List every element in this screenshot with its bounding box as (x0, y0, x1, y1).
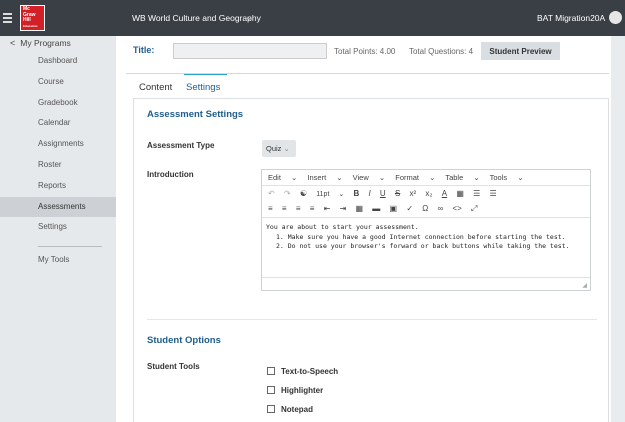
tab-settings[interactable]: Settings (186, 82, 220, 93)
sidebar-item-reports[interactable]: Reports (0, 176, 116, 197)
align-left-icon[interactable]: ≡ (268, 201, 273, 216)
user-avatar[interactable] (609, 11, 622, 24)
checkbox-icon[interactable] (267, 405, 275, 413)
sidebar-item-gradebook[interactable]: Gradebook (0, 93, 116, 114)
align-right-icon[interactable]: ≡ (296, 201, 301, 216)
align-center-icon[interactable]: ≡ (282, 201, 287, 216)
sidebar-item-calendar[interactable]: Calendar (0, 113, 116, 134)
chevron-left-icon: < (10, 38, 16, 48)
header-divider (126, 73, 609, 74)
sidebar-nav: Dashboard Course Gradebook Calendar Assi… (0, 51, 116, 264)
assessment-type-select[interactable]: Quiz ⌄ (262, 140, 296, 157)
student-tools-label: Student Tools (147, 362, 200, 371)
italic-icon[interactable]: I (368, 186, 370, 201)
bullet-list-icon[interactable]: ☰ (473, 186, 480, 201)
menu-insert[interactable]: Insert ⌄ (307, 173, 342, 182)
indent-icon[interactable]: ⇥ (340, 201, 347, 216)
undo-icon[interactable]: ↶ (268, 186, 275, 201)
menu-edit[interactable]: Edit ⌄ (268, 173, 297, 182)
assessment-type-label: Assessment Type (147, 141, 215, 150)
bold-icon[interactable]: B (353, 186, 359, 201)
chevron-down-icon[interactable]: ⌄ (245, 12, 253, 23)
sidebar: < My Programs Dashboard Course Gradebook … (0, 36, 116, 422)
subscript-icon[interactable]: x₂ (425, 186, 432, 201)
checkbox-notepad[interactable]: Notepad (267, 405, 313, 414)
sidebar-divider (38, 246, 102, 248)
course-title[interactable]: WB World Culture and Geography (132, 13, 261, 23)
top-bar: Mc Graw Hill Education WB World Culture and… (0, 0, 625, 36)
numbered-list-icon[interactable]: ☰ (490, 186, 497, 201)
menu-format[interactable]: Format ⌄ (395, 173, 435, 182)
editor-toolbar-row-1: ↶ ↷ ☯ 11pt ⌄ B I U S x² x₂ A ▦ ☰ ☰ (262, 186, 590, 201)
sidebar-item-assignments[interactable]: Assignments (0, 134, 116, 155)
menu-table[interactable]: Table ⌄ (445, 173, 479, 182)
total-points: Total Points: 4.00 (334, 47, 396, 56)
intro-list-item: 1. Make sure you have a good Internet co… (276, 232, 566, 241)
underline-icon[interactable]: U (380, 186, 386, 201)
main-content: Title: Total Points: 4.00 Total Question… (116, 36, 625, 422)
special-character-icon[interactable]: Ω (422, 201, 428, 216)
introduction-rich-text-editor[interactable]: Edit ⌄ Insert ⌄ View ⌄ Format ⌄ Table ⌄ … (261, 169, 591, 291)
sidebar-item-course[interactable]: Course (0, 72, 116, 93)
find-replace-icon[interactable]: ☯ (300, 186, 307, 201)
text-color-icon[interactable]: A (442, 186, 447, 201)
mcgraw-hill-logo: Mc Graw Hill Education (20, 5, 45, 31)
checkbox-label: Highlighter (281, 386, 324, 395)
settings-panel: Assessment Settings Assessment Type Quiz… (133, 98, 609, 422)
editor-body[interactable]: You are about to start your assessment. … (262, 217, 590, 277)
chevron-down-icon: ⌄ (283, 144, 290, 153)
back-to-my-programs[interactable]: < My Programs (10, 38, 71, 48)
outdent-icon[interactable]: ⇤ (324, 201, 331, 216)
student-options-heading: Student Options (147, 335, 221, 346)
user-name[interactable]: BAT Migration20A (537, 13, 605, 23)
resize-handle-icon[interactable]: ◢ (582, 282, 587, 289)
image-icon[interactable]: ▣ (390, 201, 398, 216)
sidebar-item-settings[interactable]: Settings (0, 217, 116, 238)
back-link-label: My Programs (20, 38, 71, 48)
checkbox-label: Notepad (281, 405, 313, 414)
checkbox-icon[interactable] (267, 386, 275, 394)
fullscreen-icon[interactable]: ⤢ (471, 201, 477, 216)
hamburger-menu-icon[interactable] (3, 13, 12, 23)
table-icon[interactable]: ▦ (356, 201, 364, 216)
redo-icon[interactable]: ↷ (284, 186, 291, 201)
insert-field-icon[interactable]: ▬ (372, 201, 380, 216)
checkbox-highlighter[interactable]: Highlighter (267, 386, 323, 395)
sidebar-item-my-tools[interactable]: My Tools (0, 255, 116, 264)
sidebar-item-assessments[interactable]: Assessments (0, 196, 116, 218)
checkbox-text-to-speech[interactable]: Text-to-Speech (267, 367, 338, 376)
introduction-label: Introduction (147, 170, 194, 179)
tab-content[interactable]: Content (139, 82, 172, 93)
align-justify-icon[interactable]: ≡ (310, 201, 315, 216)
checkbox-icon[interactable] (267, 367, 275, 375)
link-icon[interactable]: ∞ (437, 201, 443, 216)
code-icon[interactable]: <> (452, 201, 461, 216)
font-size-select[interactable]: 11pt ⌄ (316, 187, 344, 201)
total-questions: Total Questions: 4 (409, 47, 474, 56)
title-label: Title: (133, 45, 155, 55)
menu-tools[interactable]: Tools ⌄ (490, 173, 524, 182)
page-scrollbar[interactable] (611, 36, 625, 422)
superscript-icon[interactable]: x² (410, 186, 417, 201)
assessment-type-value: Quiz (266, 144, 282, 153)
menu-view[interactable]: View ⌄ (353, 173, 386, 182)
section-divider (147, 319, 597, 320)
sidebar-item-roster[interactable]: Roster (0, 155, 116, 176)
sidebar-item-dashboard[interactable]: Dashboard (0, 51, 116, 72)
editor-toolbar-row-2: ≡ ≡ ≡ ≡ ⇤ ⇥ ▦ ▬ ▣ ✓ Ω ∞ <> ⤢ (262, 201, 590, 216)
intro-paragraph: You are about to start your assessment. (266, 223, 419, 231)
student-preview-button[interactable]: Student Preview (481, 42, 560, 60)
highlight-color-icon[interactable]: ▦ (456, 186, 464, 201)
title-input[interactable] (173, 43, 327, 59)
intro-list-item: 2. Do not use your browser's forward or … (276, 242, 570, 250)
assessment-settings-heading: Assessment Settings (147, 109, 244, 120)
checkmark-icon[interactable]: ✓ (406, 201, 413, 216)
strikethrough-icon[interactable]: S (395, 186, 400, 201)
editor-menubar: Edit ⌄ Insert ⌄ View ⌄ Format ⌄ Table ⌄ … (262, 170, 590, 186)
editor-statusbar: ◢ (262, 277, 590, 291)
checkbox-label: Text-to-Speech (281, 367, 339, 376)
